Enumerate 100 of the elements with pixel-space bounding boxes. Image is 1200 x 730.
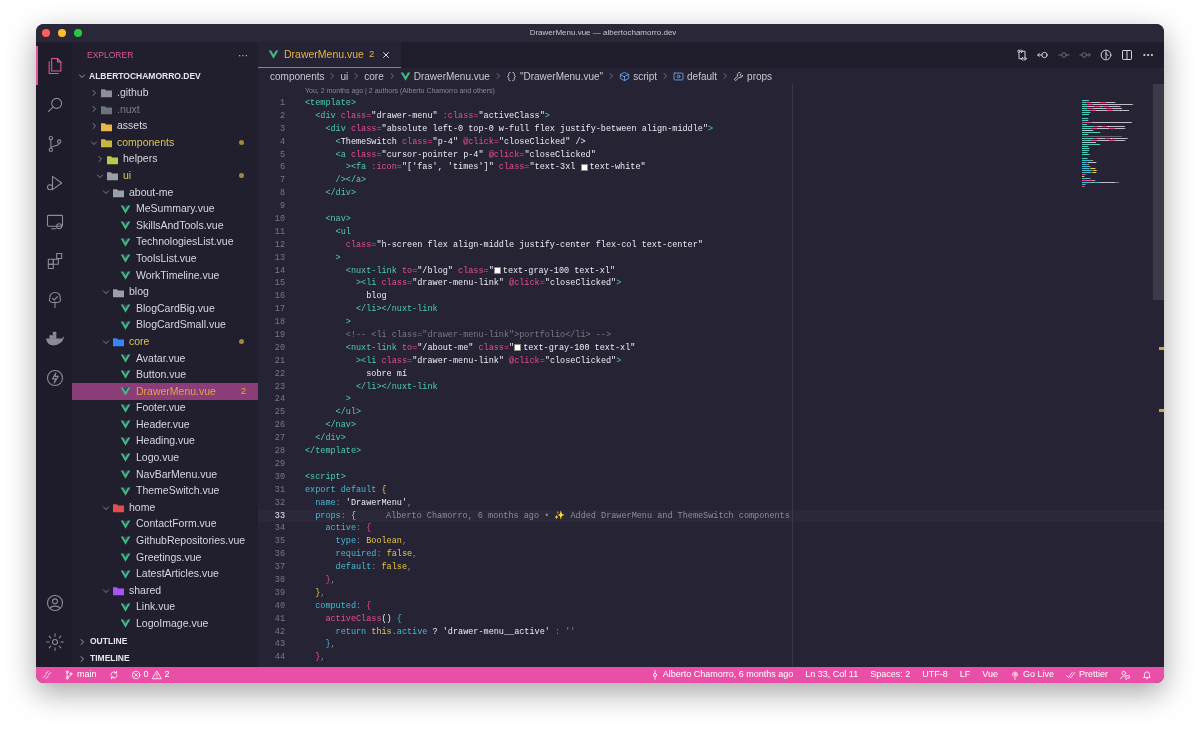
- breadcrumb-item[interactable]: DrawerMenu.vue: [413, 68, 490, 84]
- code-line: </li></nuxt-link: [355, 303, 438, 317]
- chevron-right-icon: [721, 72, 730, 80]
- scrollbar-thumb[interactable]: [1153, 84, 1164, 300]
- code-line: name: 'DrawerMenu',: [314, 496, 413, 510]
- line-number: 35: [273, 535, 285, 549]
- file-label: Avatar.vue: [136, 350, 187, 366]
- line-number: 27: [273, 432, 285, 446]
- file-label: LogoImage.vue: [136, 616, 210, 631]
- folder-row[interactable]: shared: [72, 582, 258, 599]
- file-label: ToolsList.vue: [136, 250, 198, 266]
- file-row[interactable]: LogoImage.vue: [72, 615, 258, 633]
- breadcrumb-item[interactable]: core: [364, 68, 384, 84]
- vue-file-icon: [120, 518, 131, 530]
- line-number: 9: [278, 200, 285, 214]
- folder-row[interactable]: assets: [72, 117, 258, 135]
- commit-forward-icon[interactable]: [1079, 49, 1091, 61]
- vue-file-icon: [120, 319, 131, 331]
- vue-file-icon: [120, 303, 131, 315]
- line-number: 29: [273, 457, 285, 471]
- file-row[interactable]: ToolsList.vue: [72, 250, 258, 268]
- section-header[interactable]: TIMELINE: [72, 650, 258, 667]
- file-row[interactable]: Greetings.vue: [72, 549, 258, 566]
- file-row[interactable]: LatestArticles.vue: [72, 565, 258, 583]
- folder-row[interactable]: .github: [72, 84, 258, 102]
- file-row[interactable]: SkillsAndTools.vue: [72, 217, 258, 234]
- line-number: 24: [273, 393, 285, 407]
- more-actions-button[interactable]: ···: [238, 47, 248, 63]
- folder-row[interactable]: .nuxt: [72, 101, 258, 118]
- code-line: export default {: [305, 483, 387, 497]
- file-label: GithubRepositories.vue: [136, 533, 247, 549]
- file-row[interactable]: Avatar.vue: [72, 350, 258, 367]
- breadcrumb-item[interactable]: props: [747, 68, 773, 84]
- code-line: </template>: [305, 445, 362, 458]
- folder-row[interactable]: home: [72, 499, 258, 517]
- code-line: <template>: [305, 97, 356, 110]
- editor-tab[interactable]: DrawerMenu.vue 2: [258, 42, 402, 68]
- vue-file-icon: [120, 419, 131, 431]
- file-row[interactable]: MeSummary.vue: [72, 200, 258, 218]
- file-row[interactable]: Heading.vue: [72, 433, 258, 450]
- file-row[interactable]: GithubRepositories.vue: [72, 532, 258, 550]
- code-line: >: [344, 316, 351, 330]
- file-row[interactable]: BlogCardBig.vue: [72, 300, 258, 317]
- file-label: DrawerMenu.vue: [136, 383, 217, 399]
- folder-row[interactable]: components: [72, 134, 258, 151]
- file-row[interactable]: NavBarMenu.vue: [72, 466, 258, 483]
- line-number: 10: [273, 213, 285, 226]
- vue-file-icon: [120, 236, 131, 248]
- line-number: 15: [273, 277, 285, 291]
- commit-icon[interactable]: [1058, 49, 1070, 61]
- commit-back-icon[interactable]: [1037, 49, 1049, 61]
- vue-file-icon: [120, 402, 131, 414]
- file-row[interactable]: ContactForm.vue: [72, 516, 258, 533]
- file-row[interactable]: Logo.vue: [72, 449, 258, 467]
- folder-row[interactable]: helpers: [72, 150, 258, 168]
- warning-icon: [151, 670, 162, 680]
- folder-row[interactable]: core: [72, 333, 258, 351]
- file-row[interactable]: Header.vue: [72, 416, 258, 434]
- line-number: 22: [273, 367, 285, 381]
- line-number: 4: [278, 135, 285, 149]
- vue-file-icon: [120, 269, 131, 281]
- vue-file-icon: [120, 369, 131, 381]
- file-label: BlogCardSmall.vue: [136, 317, 227, 333]
- breadcrumb-item[interactable]: script: [633, 68, 658, 84]
- file-row[interactable]: Footer.vue: [72, 399, 258, 417]
- vue-file-icon: [268, 49, 279, 60]
- file-row[interactable]: BlogCardSmall.vue: [72, 316, 258, 334]
- line-number: 21: [273, 354, 285, 368]
- vue-file-icon: [120, 552, 131, 563]
- code-line: return this.active ? 'drawer-menu__active' : '': [334, 625, 576, 639]
- folder-row[interactable]: about-me: [72, 184, 258, 201]
- file-row[interactable]: ThemeSwitch.vue: [72, 482, 258, 500]
- folder-row[interactable]: blog: [72, 283, 258, 301]
- breadcrumb-item[interactable]: default: [687, 68, 718, 84]
- status-text: Alberto Chamorro, 6 months ago: [662, 668, 794, 682]
- minimize-window-button[interactable]: [58, 29, 66, 37]
- close-window-button[interactable]: [42, 29, 50, 37]
- file-row[interactable]: TechnologiesList.vue: [72, 233, 258, 251]
- folder-label: home: [129, 499, 157, 515]
- file-label: Greetings.vue: [136, 549, 203, 565]
- file-label: LatestArticles.vue: [136, 566, 220, 582]
- breadcrumb-item[interactable]: ui: [340, 68, 349, 84]
- root-folder-label[interactable]: ALBERTOCHAMORRO.DEV: [89, 69, 201, 83]
- folder-row[interactable]: ui: [72, 167, 258, 185]
- line-number: 34: [273, 522, 285, 536]
- folder-label: helpers: [123, 151, 159, 167]
- zoom-window-button[interactable]: [74, 29, 82, 37]
- error-count: 0: [143, 668, 149, 682]
- file-row[interactable]: Link.vue: [72, 599, 258, 616]
- line-number: 3: [278, 122, 285, 136]
- history-icon[interactable]: [1100, 49, 1112, 61]
- file-row[interactable]: WorkTimeline.vue: [72, 267, 258, 284]
- section-header[interactable]: OUTLINE: [72, 633, 258, 650]
- color-swatch-icon: [514, 344, 522, 352]
- vue-file-icon: [120, 220, 131, 232]
- file-row[interactable]: Button.vue: [72, 366, 258, 384]
- breadcrumb-item[interactable]: components: [270, 68, 325, 84]
- split-editor-icon[interactable]: [1121, 49, 1133, 61]
- compare-icon[interactable]: [1016, 49, 1028, 61]
- breadcrumb-item[interactable]: "DrawerMenu.vue": [519, 68, 604, 84]
